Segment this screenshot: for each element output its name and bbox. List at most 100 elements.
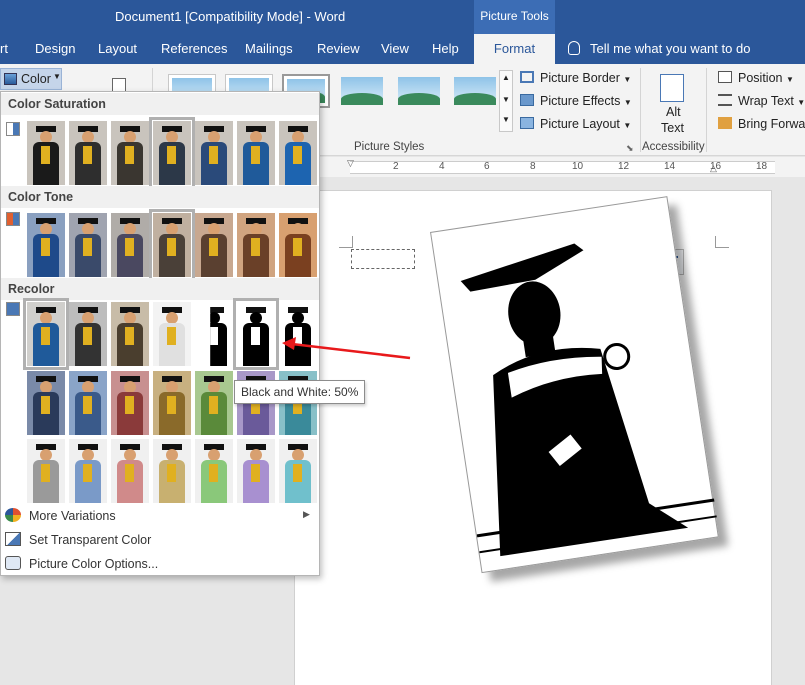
color-variation-thumbnail[interactable] bbox=[69, 371, 107, 435]
color-variation-thumbnail[interactable] bbox=[195, 213, 233, 277]
color-variation-thumbnail[interactable] bbox=[195, 121, 233, 185]
bring-forward-label: Bring Forwar bbox=[738, 117, 805, 131]
color-variation-thumbnail[interactable] bbox=[149, 117, 195, 189]
compress-pictures-icon[interactable] bbox=[112, 78, 126, 92]
corner-mark bbox=[715, 236, 729, 248]
thumbnail-figure-sash bbox=[125, 146, 134, 164]
color-variation-thumbnail[interactable] bbox=[27, 439, 65, 503]
picture-style-6[interactable] bbox=[451, 74, 499, 108]
color-icon bbox=[4, 73, 17, 85]
color-variation-thumbnail[interactable] bbox=[111, 439, 149, 503]
group-separator bbox=[640, 68, 641, 152]
picture-color-options-item[interactable]: Picture Color Options... bbox=[5, 556, 158, 571]
picture-layout-button[interactable]: Picture Layout ▼ bbox=[520, 117, 631, 131]
picture-border-button[interactable]: Picture Border ▼ bbox=[520, 71, 631, 85]
gallery-scroll[interactable]: ▲ ▼ ▼ bbox=[499, 70, 513, 132]
tab-mailings[interactable]: Mailings bbox=[245, 41, 293, 56]
ruler-number: 4 bbox=[439, 161, 445, 172]
color-variation-thumbnail[interactable] bbox=[279, 302, 317, 366]
color-variation-thumbnail[interactable] bbox=[111, 302, 149, 366]
thumbnail-figure-sash bbox=[167, 146, 176, 164]
saturation-side-icon bbox=[6, 122, 20, 136]
thumbnail-figure-sash bbox=[125, 327, 134, 345]
thumbnail-figure-sash bbox=[293, 464, 302, 482]
color-variation-thumbnail[interactable] bbox=[111, 213, 149, 277]
color-variation-thumbnail[interactable] bbox=[153, 439, 191, 503]
graduate-photo-black-white[interactable] bbox=[430, 196, 719, 574]
color-variation-thumbnail[interactable] bbox=[195, 371, 233, 435]
more-variations-item[interactable]: More Variations bbox=[5, 508, 116, 523]
tab-layout[interactable]: Layout bbox=[98, 41, 137, 56]
accessibility-group-label: Accessibility bbox=[642, 141, 705, 153]
gallery-more-icon[interactable]: ▼ bbox=[502, 115, 510, 124]
ruler-number: 10 bbox=[572, 161, 584, 172]
color-variation-thumbnail[interactable] bbox=[149, 209, 195, 281]
wrap-text-button[interactable]: Wrap Text ▼ bbox=[718, 94, 805, 108]
color-variation-thumbnail[interactable] bbox=[27, 371, 65, 435]
color-variation-thumbnail[interactable] bbox=[69, 439, 107, 503]
color-variation-thumbnail[interactable] bbox=[237, 121, 275, 185]
recolor-side-icon bbox=[6, 302, 20, 316]
color-variation-thumbnail[interactable] bbox=[27, 121, 65, 185]
tell-me-search[interactable]: Tell me what you want to do bbox=[568, 41, 750, 56]
color-variation-thumbnail[interactable] bbox=[279, 121, 317, 185]
tab-design[interactable]: Design bbox=[35, 41, 75, 56]
tell-me-text: Tell me what you want to do bbox=[590, 41, 751, 56]
color-variation-thumbnail[interactable] bbox=[279, 439, 317, 503]
picture-effects-label: Picture Effects bbox=[540, 94, 621, 108]
color-variation-thumbnail[interactable] bbox=[69, 121, 107, 185]
tab-help[interactable]: Help bbox=[432, 41, 459, 56]
ruler-number: 18 bbox=[756, 161, 768, 172]
color-dropdown-panel: Color Saturation Color Tone Recolor More… bbox=[0, 91, 320, 576]
color-variation-thumbnail[interactable] bbox=[279, 213, 317, 277]
color-variation-thumbnail[interactable] bbox=[111, 121, 149, 185]
gallery-up-icon[interactable]: ▲ bbox=[502, 73, 510, 82]
thumbnail-figure-sash bbox=[209, 146, 218, 164]
position-button[interactable]: Position ▼ bbox=[718, 71, 794, 85]
tab-view[interactable]: View bbox=[381, 41, 409, 56]
color-variation-thumbnail[interactable] bbox=[23, 298, 69, 370]
alt-text-button[interactable]: Alt Text bbox=[650, 70, 696, 136]
group-separator bbox=[706, 68, 707, 152]
color-variation-thumbnail[interactable] bbox=[153, 302, 191, 366]
picture-tools-context-tab: Picture Tools bbox=[474, 0, 555, 34]
indent-marker-icon[interactable]: ▽ bbox=[347, 158, 354, 169]
tab-review[interactable]: Review bbox=[317, 41, 360, 56]
set-transparent-color-item[interactable]: Set Transparent Color bbox=[5, 532, 151, 547]
text-cursor-box[interactable] bbox=[351, 249, 415, 269]
tab-format[interactable]: Format bbox=[474, 34, 555, 64]
thumbnail-figure-sash bbox=[41, 327, 50, 345]
picture-effects-button[interactable]: Picture Effects ▼ bbox=[520, 94, 632, 108]
gallery-down-icon[interactable]: ▼ bbox=[502, 95, 510, 104]
color-variation-thumbnail[interactable] bbox=[210, 302, 233, 366]
thumbnail-figure-sash bbox=[167, 396, 176, 414]
picture-styles-group-label: Picture Styles bbox=[354, 141, 425, 153]
thumbnail-figure-sash bbox=[251, 238, 260, 256]
color-variation-thumbnail[interactable] bbox=[27, 213, 65, 277]
color-variation-thumbnail[interactable] bbox=[153, 371, 191, 435]
color-variation-thumbnail[interactable] bbox=[111, 371, 149, 435]
picture-color-options-label: Picture Color Options... bbox=[29, 557, 159, 571]
picture-style-4[interactable] bbox=[338, 74, 386, 108]
thumbnail-figure-sash bbox=[209, 238, 218, 256]
tooltip: Black and White: 50% bbox=[234, 380, 366, 404]
tab-insert-partial[interactable]: rt bbox=[0, 41, 8, 56]
dialog-launcher-icon[interactable]: ⬊ bbox=[626, 143, 634, 154]
picture-style-5[interactable] bbox=[395, 74, 443, 108]
color-variation-thumbnail[interactable] bbox=[237, 439, 275, 503]
thumbnail-figure-sash bbox=[83, 396, 92, 414]
color-variation-thumbnail[interactable] bbox=[69, 213, 107, 277]
picture-layout-label: Picture Layout bbox=[540, 117, 620, 131]
color-variation-thumbnail[interactable] bbox=[237, 213, 275, 277]
color-saturation-heading: Color Saturation bbox=[1, 93, 319, 115]
color-variation-thumbnail[interactable] bbox=[233, 298, 279, 370]
bring-forward-button[interactable]: Bring Forwar bbox=[718, 117, 805, 131]
ruler-number: 6 bbox=[484, 161, 490, 172]
thumbnail-figure-sash bbox=[83, 327, 92, 345]
picture-layout-icon bbox=[520, 117, 534, 129]
color-variation-thumbnail[interactable] bbox=[69, 302, 107, 366]
color-variation-thumbnail[interactable] bbox=[195, 439, 233, 503]
tab-references[interactable]: References bbox=[161, 41, 227, 56]
ruler-number: 8 bbox=[530, 161, 536, 172]
color-button[interactable]: Color ▼ bbox=[0, 68, 62, 90]
